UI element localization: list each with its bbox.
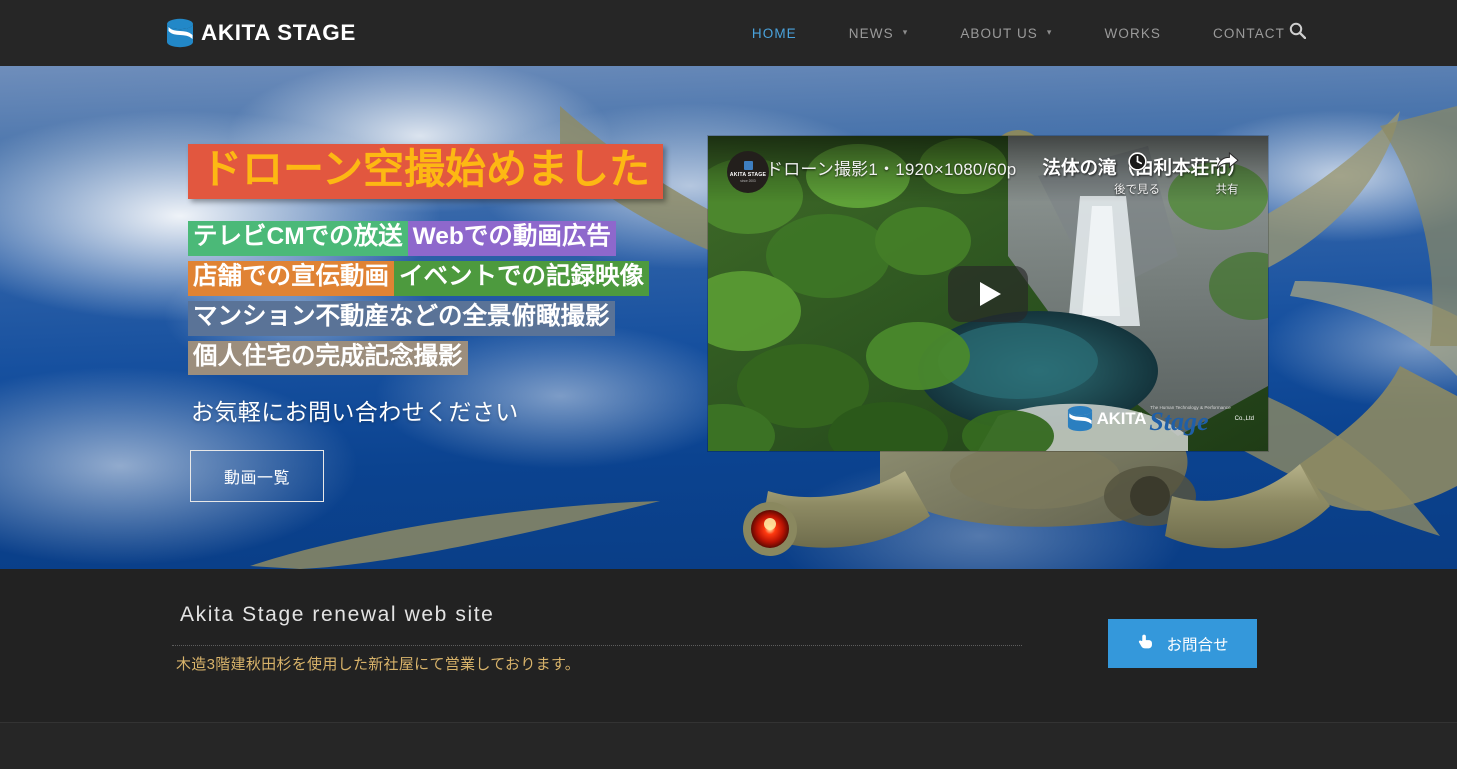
site-logo[interactable]: AKITA STAGE	[166, 18, 356, 48]
watermark-akita: AKITA	[1096, 408, 1147, 428]
play-button-icon[interactable]	[948, 265, 1028, 322]
search-icon	[1289, 22, 1306, 44]
nav-label: HOME	[751, 25, 797, 41]
chevron-down-icon: ▾	[902, 26, 909, 37]
hero-line-4: 個人住宅の完成記念撮影	[188, 340, 663, 376]
akita-stage-logo-icon	[166, 18, 194, 48]
video-list-button[interactable]: 動画一覧	[190, 450, 325, 503]
chevron-down-icon: ▾	[1046, 26, 1053, 37]
pointing-hand-icon	[1136, 632, 1155, 656]
nav-item-about-us[interactable]: ABOUT US ▾	[934, 0, 1078, 66]
nav-item-news[interactable]: NEWS ▾	[823, 0, 935, 66]
section-title: Akita Stage renewal web site	[180, 603, 495, 626]
avatar-channel-name: AKITA STAGE	[729, 172, 767, 178]
share-arrow-icon	[1216, 151, 1239, 177]
watermark-stage: Stage	[1149, 406, 1209, 436]
share-button[interactable]: 共有	[1196, 151, 1258, 197]
nav-label: ABOUT US	[960, 25, 1038, 41]
hero-line-3: マンション不動産などの全景俯瞰撮影	[188, 300, 663, 336]
hero-chip: 個人住宅の完成記念撮影	[188, 340, 468, 376]
hero-chip: 店舗での宣伝動画	[188, 260, 394, 296]
contact-button-label: お問合せ	[1166, 636, 1229, 654]
hero-lead-text: お気軽にお問い合わせください	[191, 399, 519, 426]
section-body-text: 木造3階建秋田杉を使用した新社屋にて営業しております。	[176, 656, 581, 673]
search-button[interactable]	[1277, 0, 1317, 66]
main-navigation: HOME NEWS ▾ ABOUT US ▾ WORKS CONTACT	[726, 0, 1311, 66]
clock-icon	[1127, 151, 1148, 177]
hero-copy: ドローン空撮始めました テレビCMでの放送 Webでの動画広告 店舗での宣伝動画イ…	[188, 144, 663, 503]
watermark-co: Co.,Ltd	[1234, 415, 1254, 422]
site-header: AKITA STAGE HOME NEWS ▾ ABOUT US ▾ WORKS…	[0, 0, 1457, 66]
watch-later-button[interactable]: 後で見る	[1106, 151, 1168, 197]
hero-chip: Webでの動画広告	[407, 220, 616, 256]
avatar-logo-icon	[743, 161, 753, 170]
video-title[interactable]: ドローン撮影1・1920×1080/60p	[766, 155, 1016, 180]
hero-line-1: テレビCMでの放送 Webでの動画広告	[188, 220, 663, 256]
contact-button[interactable]: お問合せ	[1108, 619, 1257, 668]
nav-label: NEWS	[848, 25, 894, 41]
nav-label: CONTACT	[1213, 25, 1285, 41]
play-triangle	[979, 281, 1001, 306]
section-divider	[172, 645, 1022, 646]
watermark-logo-icon	[1067, 405, 1093, 433]
hero-line-2: 店舗での宣伝動画 イベントでの記録映像	[188, 260, 663, 296]
youtube-video-player[interactable]: AKITA STAGE since 2003 ドローン撮影1・1920×1080…	[708, 136, 1268, 451]
hero-chip: イベントでの記録映像	[394, 260, 649, 296]
logo-text: AKITA STAGE	[201, 19, 356, 45]
video-watermark: AKITA The Human Technology & Performance…	[1067, 405, 1254, 436]
avatar-channel-sub: since 2003	[740, 179, 756, 183]
youtube-action-buttons: 後で見る 共有	[1106, 151, 1258, 197]
hero-chip: マンション不動産などの全景俯瞰撮影	[188, 300, 615, 336]
footer-strip	[0, 722, 1457, 769]
hero-title: ドローン空撮始めました	[188, 144, 663, 199]
hero-banner: ドローン空撮始めました テレビCMでの放送 Webでの動画広告 店舗での宣伝動画イ…	[0, 66, 1457, 569]
channel-avatar[interactable]: AKITA STAGE since 2003	[727, 151, 769, 193]
nav-item-home[interactable]: HOME	[726, 0, 823, 66]
share-label: 共有	[1215, 184, 1239, 196]
nav-label: WORKS	[1104, 25, 1162, 41]
nav-item-works[interactable]: WORKS	[1079, 0, 1188, 66]
watch-later-label: 後で見る	[1114, 184, 1160, 196]
hero-chip: テレビCMでの放送	[188, 220, 408, 256]
